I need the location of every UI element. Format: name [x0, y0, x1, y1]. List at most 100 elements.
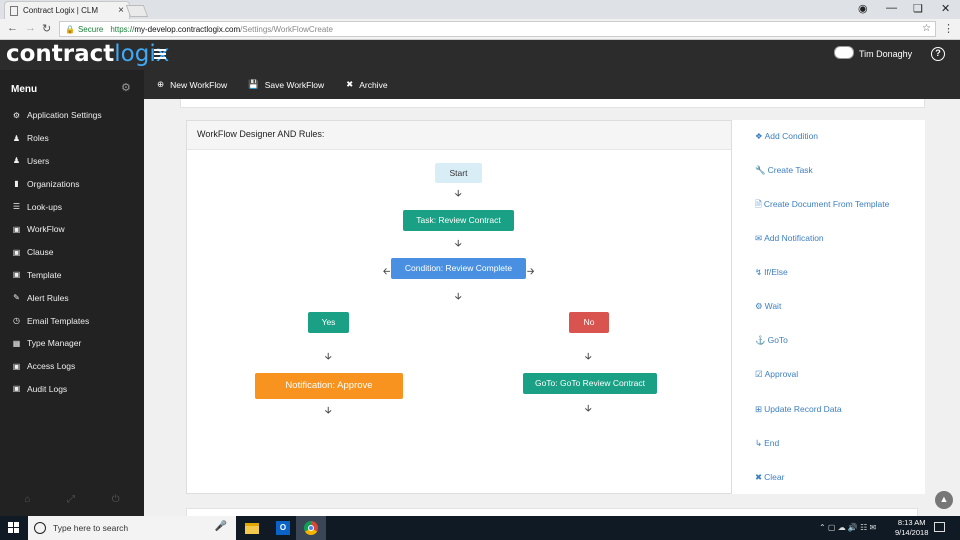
new-workflow-button[interactable]: ⊕ New WorkFlow — [157, 79, 227, 90]
goto-link[interactable]: ⚓ GoTo — [755, 335, 788, 346]
wrench-icon: 🔧 — [755, 165, 766, 175]
action-label: End — [764, 438, 780, 448]
update-record-data-link[interactable]: ⊞ Update Record Data — [755, 404, 842, 415]
window-icon: ▣ — [12, 361, 21, 371]
sidebar-item-alert-rules[interactable]: ✎ Alert Rules — [0, 286, 144, 309]
file-explorer-icon[interactable] — [237, 516, 267, 540]
windows-start-icon[interactable] — [8, 522, 20, 534]
add-notification-link[interactable]: ✉ Add Notification — [755, 233, 824, 244]
browser-menu-icon[interactable]: ⋮ — [943, 22, 954, 35]
bookmark-star-icon[interactable]: ☆ — [922, 23, 931, 34]
profile-icon[interactable]: ◉ — [858, 2, 868, 15]
if-else-link[interactable]: ↯ If/Else — [755, 267, 788, 278]
end-link[interactable]: ↳ End — [755, 438, 779, 449]
plus-square-icon: ⊞ — [755, 404, 763, 414]
flow-node-task[interactable]: Task: Review Contract — [403, 210, 514, 231]
sidebar-item-workflow[interactable]: ▣ WorkFlow — [0, 218, 144, 241]
sidebar-item-application-settings[interactable]: ⚙ Application Settings — [0, 104, 144, 127]
sidebar-item-roles[interactable]: ♟ Roles — [0, 127, 144, 150]
logo-text-contract: contract — [6, 41, 115, 67]
gear-icon[interactable]: ⚙ — [121, 81, 131, 94]
flow-node-notification[interactable]: Notification: Approve — [255, 373, 403, 399]
clear-link[interactable]: ✖ Clear — [755, 472, 784, 483]
notification-center-icon[interactable] — [934, 522, 945, 532]
sidebar-item-organizations[interactable]: ▮ Organizations — [0, 172, 144, 195]
restore-icon[interactable]: ❏ — [913, 2, 923, 15]
save-workflow-button[interactable]: 💾 Save WorkFlow — [248, 79, 324, 90]
sidebar-item-access-logs[interactable]: ▣ Access Logs — [0, 355, 144, 378]
app-header: contractlogix Tim Donaghy ? — [0, 40, 960, 70]
user-name[interactable]: Tim Donaghy — [859, 49, 912, 59]
close-window-icon[interactable]: ✕ — [941, 2, 950, 15]
sidebar-item-audit-logs[interactable]: ▣ Audit Logs — [0, 378, 144, 401]
hamburger-menu-icon[interactable] — [154, 49, 166, 59]
avatar[interactable] — [834, 46, 854, 59]
taskbar-search-input[interactable]: Type here to search 🎤 — [28, 516, 236, 540]
sidebar: Menu ⚙ ⚙ Application Settings ♟ Roles ♟ Use… — [0, 70, 144, 516]
sidebar-item-email-templates[interactable]: ◷ Email Templates — [0, 309, 144, 332]
chrome-icon[interactable] — [296, 516, 326, 540]
grid-icon: ▦ — [12, 338, 21, 348]
wait-link[interactable]: ⚙ Wait — [755, 301, 781, 312]
forward-icon[interactable]: → — [25, 22, 36, 34]
flow-node-no[interactable]: No — [569, 312, 609, 333]
taskbar-clock[interactable]: 8:13 AM 9/14/2018 — [895, 518, 928, 538]
list-icon: ☰ — [12, 202, 21, 212]
sidebar-item-label: Template — [27, 269, 62, 280]
home-icon[interactable]: ⌂ — [24, 494, 30, 505]
sidebar-item-look-ups[interactable]: ☰ Look-ups — [0, 195, 144, 218]
help-icon[interactable]: ? — [931, 47, 945, 61]
arrow-right-icon: 🡢 — [527, 266, 535, 276]
sidebar-menu: ⚙ Application Settings ♟ Roles ♟ Users ▮ Org… — [0, 104, 144, 400]
tab-close-icon[interactable]: × — [118, 5, 124, 16]
action-label: Create Document From Template — [763, 199, 890, 209]
arrow-down-icon: 🡣 — [585, 351, 592, 361]
window-icon: ▣ — [12, 384, 21, 394]
sidebar-item-users[interactable]: ♟ Users — [0, 150, 144, 173]
search-placeholder: Type here to search — [53, 523, 129, 533]
microphone-icon[interactable]: 🎤 — [215, 521, 227, 532]
create-document-link[interactable]: 🗎 Create Document From Template — [755, 199, 889, 213]
window-icon: ▣ — [12, 224, 21, 234]
outlook-icon[interactable]: O — [268, 516, 298, 540]
user-icon: ♟ — [12, 156, 21, 166]
flow-node-condition[interactable]: Condition: Review Complete — [391, 258, 526, 279]
arrow-down-icon: 🡣 — [455, 188, 462, 198]
archive-label: Archive — [359, 79, 388, 90]
create-task-link[interactable]: 🔧 Create Task — [755, 165, 813, 176]
minimize-icon[interactable]: — — [886, 2, 897, 14]
sidebar-item-template[interactable]: ▣ Template — [0, 264, 144, 287]
url-field[interactable]: 🔒 Secure https:// my-develop.contractlog… — [59, 21, 936, 37]
scroll-to-top-button[interactable]: ▲ — [935, 491, 953, 509]
new-workflow-label: New WorkFlow — [170, 79, 228, 90]
sidebar-item-label: Alert Rules — [27, 292, 69, 303]
browser-tab[interactable]: Contract Logix | CLM × — [4, 1, 130, 19]
sidebar-item-type-manager[interactable]: ▦ Type Manager — [0, 332, 144, 355]
flow-node-goto[interactable]: GoTo: GoTo Review Contract — [523, 373, 657, 394]
lock-icon: 🔒 — [65, 24, 75, 34]
system-tray-icons[interactable]: ⌃ ▢ ☁ 🔊 ☷ ✉ — [819, 523, 876, 532]
flow-node-yes[interactable]: Yes — [308, 312, 349, 333]
secure-label: Secure — [77, 24, 104, 34]
main-content: WorkFlow Designer AND Rules: ❖ Add Condit… — [144, 99, 960, 516]
bottom-panel — [186, 508, 918, 516]
add-condition-link[interactable]: ❖ Add Condition — [755, 131, 818, 142]
back-icon[interactable]: ← — [7, 22, 18, 34]
action-label: If/Else — [764, 267, 788, 277]
approval-link[interactable]: ☑ Approval — [755, 369, 798, 380]
sidebar-item-label: Email Templates — [27, 315, 90, 326]
new-tab-button[interactable] — [125, 5, 149, 17]
arrow-left-icon: 🡠 — [383, 266, 391, 276]
logo[interactable]: contractlogix — [6, 41, 169, 67]
archive-button[interactable]: ✖ Archive — [346, 79, 387, 90]
top-panel — [180, 99, 925, 108]
anchor-icon: ⚓ — [755, 335, 766, 345]
action-label: GoTo — [767, 335, 788, 345]
power-icon[interactable]: ⏻ — [112, 494, 120, 505]
workflow-toolbar: ⊕ New WorkFlow 💾 Save WorkFlow ✖ Archive — [144, 70, 960, 99]
flow-node-start[interactable]: Start — [435, 163, 482, 183]
reload-icon[interactable]: ↻ — [42, 22, 51, 35]
expand-icon[interactable]: ⤢ — [67, 494, 75, 505]
sidebar-item-clause[interactable]: ▣ Clause — [0, 241, 144, 264]
plus-circle-icon: ⊕ — [157, 79, 165, 89]
